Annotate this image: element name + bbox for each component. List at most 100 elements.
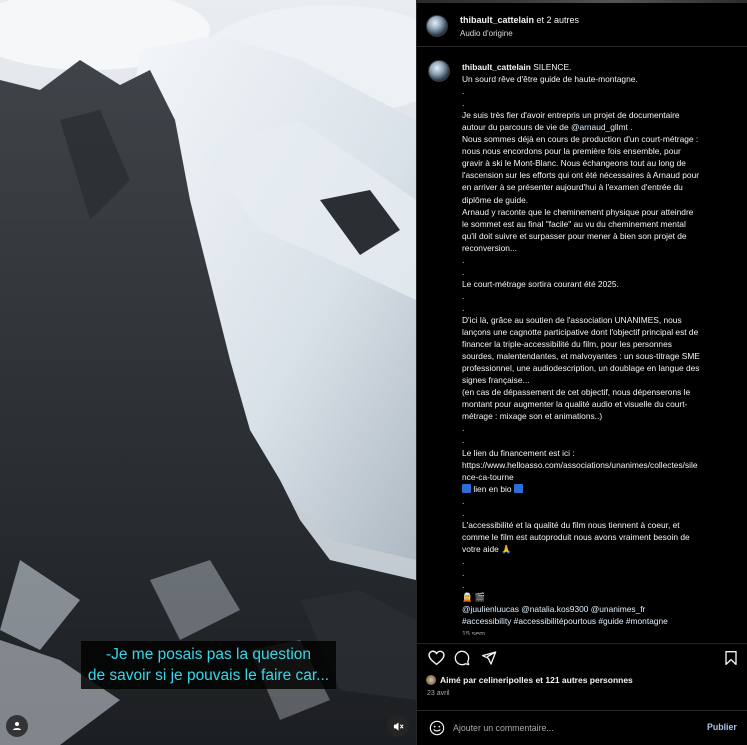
caption-line: lançons une cagnotte participative dont …: [462, 326, 742, 338]
caption-line-text: .: [462, 302, 465, 313]
smiley-icon: [429, 720, 445, 736]
mute-toggle-button[interactable]: [387, 715, 409, 737]
subtitle-line-1: -Je me posais pas la question: [105, 646, 312, 663]
caption-line: .: [462, 434, 742, 446]
likes-prefix: Aimé par: [440, 675, 479, 685]
caption-line-text: https://www.helloasso.com/associations/u…: [462, 459, 698, 470]
post-actions-bar: [417, 643, 747, 669]
caption-line-text: SILENCE.: [533, 62, 572, 72]
paper-plane-icon: [482, 651, 497, 665]
caption-author-username[interactable]: thibault_cattelain: [462, 62, 531, 72]
caption-line: montant pour augmenter la qualité audio …: [462, 398, 742, 410]
publish-button[interactable]: Publier: [707, 722, 737, 732]
liker-username[interactable]: celineripolles: [479, 675, 533, 685]
caption-line-text: .: [462, 555, 465, 566]
caption-line: .: [462, 567, 742, 579]
video-player[interactable]: -Je me posais pas la question de savoir …: [0, 0, 416, 745]
caption-mentions[interactable]: @juulienluucas @natalia.kos9300 @unanime…: [462, 603, 742, 615]
caption-scroll-area[interactable]: thibault_cattelain SILENCE. Un sourd rêve…: [417, 48, 747, 635]
caption-line-text: métrage : mixage son et animations..): [462, 411, 603, 422]
caption-line: 🧝 🎬: [462, 591, 742, 603]
author-username[interactable]: thibault_cattelain: [460, 15, 534, 25]
caption-line-text: votre aide 🙏: [462, 543, 512, 554]
caption-line-text: signes française...: [462, 375, 530, 386]
caption-line: diplôme de guide.: [462, 194, 742, 206]
caption-line-text: Un sourd rêve d'être guide de haute-mont…: [462, 74, 638, 85]
caption-line: signes française...: [462, 374, 742, 386]
caption-line: qu'il doit suivre et surpasser pour mene…: [462, 230, 742, 242]
caption-mention-link[interactable]: @arnaud_gllmt: [571, 122, 628, 132]
caption-line-text: .: [462, 435, 465, 446]
reel-viewer: -Je me posais pas la question de savoir …: [0, 0, 747, 745]
share-button[interactable]: [480, 649, 498, 667]
comment-composer: Publier: [417, 710, 747, 745]
caption-line: thibault_cattelain SILENCE.: [462, 61, 742, 73]
post-details-panel: thibault_cattelain et 2 autres Audio d'o…: [416, 0, 747, 745]
caption-line-text: diplôme de guide.: [462, 194, 529, 205]
author-line[interactable]: thibault_cattelain et 2 autres: [460, 15, 579, 25]
emoji-picker-button[interactable]: [428, 719, 446, 737]
comment-bubble-icon: [454, 650, 470, 666]
caption-line: .: [462, 97, 742, 109]
caption-line-text: qu'il doit suivre et surpasser pour mene…: [462, 230, 687, 241]
caption-line-text: Arnaud y raconte que le cheminement phys…: [462, 206, 694, 217]
caption-line: gravir à ski le Mont-Blanc. Nous échange…: [462, 157, 742, 169]
bookmark-icon: [725, 651, 737, 665]
caption-line: nce-ca-tourne: [462, 471, 742, 483]
caption-line-text: autour du parcours de vie de: [462, 122, 571, 133]
caption-line-text: L'accessibilité et la qualité du film no…: [462, 519, 680, 530]
caption-line-text: financer la triple-accessibilité du film…: [462, 339, 672, 350]
caption-line: financer la triple-accessibilité du film…: [462, 338, 742, 350]
caption-line-text: lançons une cagnotte participative dont …: [462, 327, 699, 338]
caption-line-text: Le lien du financement est ici :: [462, 447, 575, 458]
likes-summary[interactable]: Aimé par celineripolles et 121 autres pe…: [426, 675, 633, 685]
caption-text: thibault_cattelain SILENCE. Un sourd rêve…: [462, 61, 742, 635]
comment-button[interactable]: [453, 649, 471, 667]
mountain-video-frame: [0, 0, 416, 745]
tagged-users-button[interactable]: [6, 715, 28, 737]
author-avatar[interactable]: [426, 15, 448, 37]
caption-hashtags[interactable]: #accessibility #accessibilitépourtous #g…: [462, 615, 742, 627]
link-in-bio-text: lien en bio: [471, 483, 514, 494]
caption-line: .: [462, 579, 742, 591]
caption-line: Nous sommes déjà en cours de production …: [462, 133, 742, 145]
caption-line-text: .: [462, 98, 465, 109]
caption-line-text: gravir à ski le Mont-Blanc. Nous échange…: [462, 158, 686, 169]
caption-line-text: .: [462, 266, 465, 277]
caption-line: .: [462, 422, 742, 434]
caption-line-text: 🧝 🎬: [462, 592, 486, 603]
caption-line: nous nous encordons pour la première foi…: [462, 145, 742, 157]
audio-label[interactable]: Audio d'origine: [460, 29, 513, 38]
heart-icon: [427, 650, 445, 666]
caption-line: autour du parcours de vie de @arnaud_gll…: [462, 121, 742, 133]
caption-line: .: [462, 495, 742, 507]
caption-line: reconversion...: [462, 242, 742, 254]
caption-line: .: [462, 266, 742, 278]
caption-line-text: .: [462, 290, 465, 301]
caption-line: https://www.helloasso.com/associations/u…: [462, 459, 742, 471]
caption-line-text: .: [462, 567, 465, 578]
caption-line-text: .: [627, 122, 633, 133]
caption-line: le sommet est au final "facile" au vu du…: [462, 218, 742, 230]
caption-line-text: le sommet est au final "facile" au vu du…: [462, 218, 686, 229]
caption-line: l'ascension sur les efforts qui ont été …: [462, 169, 742, 181]
caption-line: sourdes, malentendantes, et malvoyantes …: [462, 350, 742, 362]
caption-author-avatar[interactable]: [428, 60, 450, 82]
comment-input[interactable]: [453, 720, 683, 736]
caption-line: .: [462, 507, 742, 519]
caption-line-text: nce-ca-tourne: [462, 471, 514, 482]
caption-line-text: .: [462, 254, 465, 265]
like-button[interactable]: [427, 649, 445, 667]
caption-line: votre aide 🙏: [462, 543, 742, 555]
caption-line-text: Je suis très fier d'avoir entrepris un p…: [462, 110, 680, 121]
coauthors-label[interactable]: et 2 autres: [534, 15, 580, 25]
subtitle-line-2: de savoir si je pouvais le faire car...: [87, 667, 330, 684]
likes-suffix[interactable]: et 121 autres personnes: [533, 675, 632, 685]
caption-line: (en cas de dépassement de cet objectif, …: [462, 386, 742, 398]
caption-line: L'accessibilité et la qualité du film no…: [462, 519, 742, 531]
caption-line: lien en bio: [462, 483, 742, 495]
save-button[interactable]: [722, 649, 740, 667]
caption-line: .: [462, 290, 742, 302]
caption-line: professionnel, une audiodescription, un …: [462, 362, 742, 374]
caption-line-text: l'ascension sur les efforts qui ont été …: [462, 170, 700, 181]
